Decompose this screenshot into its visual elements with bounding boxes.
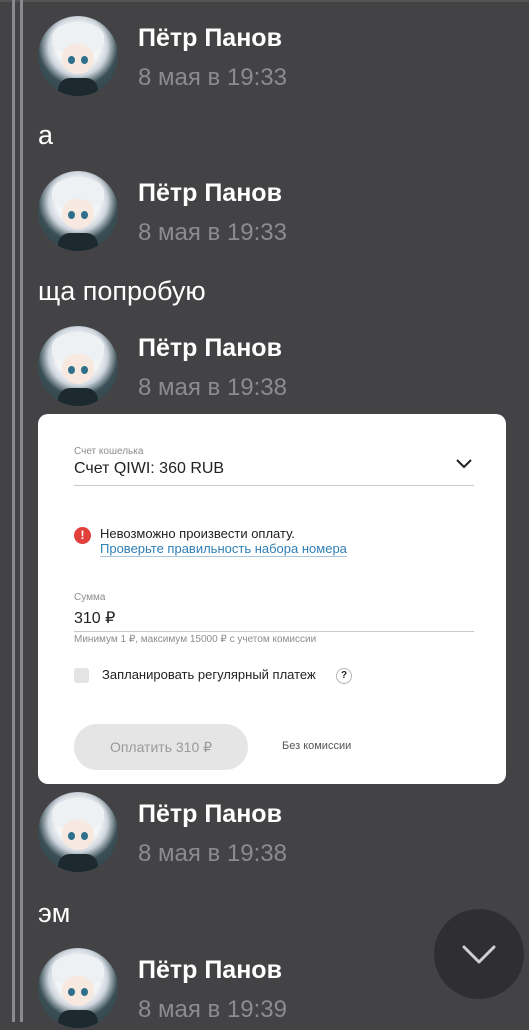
avatar-collar (58, 854, 98, 872)
scroll-down-button[interactable] (434, 909, 524, 999)
avatar-face (62, 820, 94, 850)
wallet-label: Счет кошелька (74, 446, 144, 457)
message-time[interactable]: 8 мая в 19:33 (138, 64, 287, 92)
author-name[interactable]: Пётр Панов (138, 334, 282, 363)
avatar-collar (58, 233, 98, 251)
avatar[interactable] (38, 948, 118, 1028)
avatar-eye (81, 211, 88, 219)
author-name[interactable]: Пётр Панов (138, 24, 282, 53)
author-name[interactable]: Пётр Панов (138, 956, 282, 985)
avatar[interactable] (38, 171, 118, 251)
message-time[interactable]: 8 мая в 19:38 (138, 374, 287, 402)
message-text: ща попробую (38, 276, 206, 306)
message-header: Пётр Панов 8 мая в 19:38 (38, 792, 508, 874)
avatar-face (62, 199, 94, 229)
fee-note: Без комиссии (282, 740, 352, 752)
help-icon: ? (336, 668, 352, 684)
pay-button: Оплатить 310 ₽ (74, 724, 248, 770)
error-icon: ! (74, 527, 91, 544)
payment-screenshot[interactable]: Счет кошелька Счет QIWI: 360 RUB ! Невоз… (38, 414, 506, 784)
amount-field: 310 ₽ (74, 610, 116, 627)
error-title: Невозможно произвести оплату. (100, 526, 295, 541)
wallet-underline (74, 485, 474, 486)
message-header: Пётр Панов 8 мая в 19:38 (38, 326, 508, 408)
avatar-face (62, 354, 94, 384)
wallet-select: Счет QIWI: 360 RUB (74, 460, 225, 477)
author-name[interactable]: Пётр Панов (138, 179, 282, 208)
schedule-checkbox (74, 668, 89, 683)
error-link: Проверьте правильность набора номера (100, 541, 347, 557)
chevron-down-icon (456, 459, 472, 469)
avatar-eye (68, 56, 75, 64)
avatar-eye (81, 56, 88, 64)
message-header: Пётр Панов 8 мая в 19:33 (38, 16, 508, 98)
avatar-eye (68, 366, 75, 374)
avatar-eye (81, 832, 88, 840)
avatar[interactable] (38, 792, 118, 872)
message-time[interactable]: 8 мая в 19:33 (138, 219, 287, 247)
avatar-collar (58, 1010, 98, 1028)
chevron-down-icon (462, 945, 496, 964)
avatar[interactable] (38, 326, 118, 406)
avatar-face (62, 44, 94, 74)
thread-rail-inner (20, 0, 23, 1022)
author-name[interactable]: Пётр Панов (138, 800, 282, 829)
avatar-collar (58, 388, 98, 406)
avatar[interactable] (38, 16, 118, 96)
amount-label: Сумма (74, 592, 106, 603)
message-header: Пётр Панов 8 мая в 19:33 (38, 171, 508, 253)
avatar-eye (68, 211, 75, 219)
amount-underline (74, 631, 474, 632)
avatar-face (62, 976, 94, 1006)
avatar-eye (68, 832, 75, 840)
thread-rail (12, 0, 15, 1022)
top-divider (0, 0, 529, 2)
avatar-eye (81, 988, 88, 996)
amount-hint: Минимум 1 ₽, максимум 15000 ₽ с учетом к… (74, 634, 317, 645)
schedule-label: Запланировать регулярный платеж (102, 667, 316, 682)
avatar-collar (58, 78, 98, 96)
message-time[interactable]: 8 мая в 19:39 (138, 996, 287, 1024)
avatar-eye (68, 988, 75, 996)
avatar-eye (81, 366, 88, 374)
message-time[interactable]: 8 мая в 19:38 (138, 840, 287, 868)
message-text: а (38, 120, 54, 150)
message-text: эм (38, 898, 71, 928)
